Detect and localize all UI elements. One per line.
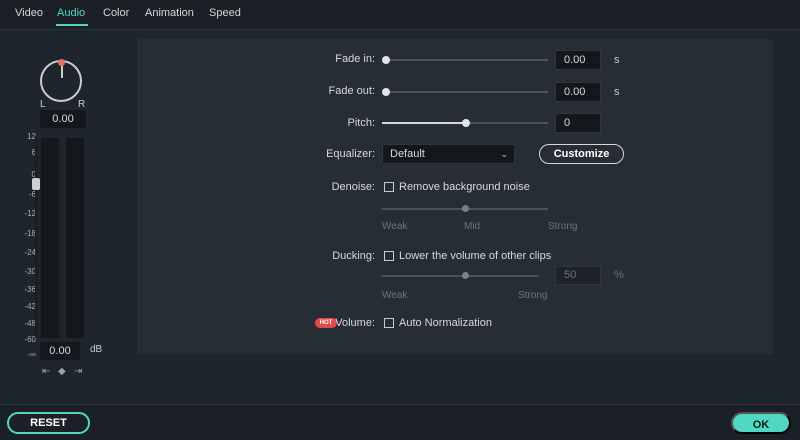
scale-tick-label: -∞: [27, 350, 36, 359]
fade-out-slider-thumb[interactable]: [382, 88, 390, 96]
scale-tick-label: -42: [24, 302, 36, 311]
tab-speed[interactable]: Speed: [209, 7, 241, 19]
ducking-value-input[interactable]: 50: [555, 266, 601, 285]
prev-keyframe-icon[interactable]: ⇤: [42, 366, 50, 377]
denoise-level-slider[interactable]: [382, 205, 548, 212]
pan-right-label: R: [78, 99, 86, 110]
denoise-label: Denoise:: [331, 181, 375, 193]
fade-out-label: Fade out:: [328, 85, 375, 97]
denoise-strong-label: Strong: [548, 221, 578, 232]
level-meter-left: [41, 138, 59, 338]
pan-value-field[interactable]: 0.00: [40, 110, 86, 128]
scale-tick-label: -48: [24, 319, 36, 328]
tab-animation[interactable]: Animation: [145, 7, 194, 19]
pan-left-label: L: [40, 99, 46, 110]
volume-fader-track[interactable]: [35, 138, 38, 338]
scale-tick-label: -12: [24, 209, 36, 218]
next-keyframe-icon[interactable]: ⇥: [74, 366, 82, 377]
ducking-slider-thumb[interactable]: [462, 272, 469, 279]
customize-button[interactable]: Customize: [539, 144, 624, 164]
fade-out-slider[interactable]: [382, 88, 548, 96]
scale-tick-label: 12: [27, 132, 36, 141]
fade-in-slider[interactable]: [382, 56, 548, 64]
pan-knob-indicator: [61, 64, 63, 78]
scale-tick-label: -6: [28, 190, 36, 199]
pitch-slider-fill: [382, 122, 465, 124]
volume-fader-handle[interactable]: [32, 178, 40, 190]
pitch-label: Pitch:: [347, 117, 375, 129]
bottom-bar: RESET OK: [0, 404, 800, 440]
auto-normalization-label: Auto Normalization: [399, 317, 492, 329]
fade-in-input[interactable]: 0.00: [555, 50, 601, 70]
pitch-input[interactable]: 0: [555, 113, 601, 133]
ducking-level-slider[interactable]: [382, 272, 538, 279]
scale-tick-label: -60: [24, 335, 36, 344]
add-keyframe-icon[interactable]: ◆: [58, 366, 66, 377]
reset-button[interactable]: RESET: [7, 412, 90, 434]
audio-settings-panel: [137, 39, 773, 354]
volume-unit-label: dB: [90, 344, 103, 355]
ducking-unit: %: [614, 269, 624, 281]
chevron-down-icon: ⌄: [500, 149, 508, 159]
denoise-slider-thumb[interactable]: [462, 205, 469, 212]
fade-out-unit: s: [614, 86, 620, 98]
tab-bar: Video Audio Color Animation Speed: [0, 0, 800, 30]
equalizer-select[interactable]: Default ⌄: [382, 144, 515, 164]
ducking-checkbox-label: Lower the volume of other clips: [399, 250, 552, 262]
scale-tick-label: 6: [31, 148, 36, 157]
level-meter-right: [66, 138, 84, 338]
volume-value-field[interactable]: 0.00: [40, 342, 80, 360]
fade-in-unit: s: [614, 54, 620, 66]
ok-button[interactable]: OK: [731, 412, 791, 434]
pitch-slider[interactable]: [382, 119, 548, 127]
denoise-mid-label: Mid: [464, 221, 481, 232]
scale-tick-label: -24: [24, 248, 36, 257]
denoise-checkbox[interactable]: [384, 182, 394, 192]
ducking-weak-label: Weak: [382, 290, 408, 301]
tab-audio[interactable]: Audio: [57, 7, 85, 19]
tab-color[interactable]: Color: [103, 7, 129, 19]
scale-tick-label: -18: [24, 229, 36, 238]
scale-tick-label: -36: [24, 285, 36, 294]
auto-normalization-checkbox[interactable]: [384, 318, 394, 328]
scale-tick-label: -30: [24, 267, 36, 276]
active-tab-indicator: [56, 24, 88, 26]
ducking-strong-label: Strong: [518, 290, 548, 301]
pan-knob-dot: [58, 59, 65, 66]
fade-in-slider-thumb[interactable]: [382, 56, 390, 64]
denoise-weak-label: Weak: [382, 221, 408, 232]
fade-out-input[interactable]: 0.00: [555, 82, 601, 102]
denoise-checkbox-label: Remove background noise: [399, 181, 530, 193]
volume-label: Volume:: [335, 317, 375, 329]
pan-knob[interactable]: [40, 59, 82, 102]
hot-badge: HOT: [315, 318, 337, 328]
tab-video[interactable]: Video: [15, 7, 43, 19]
fade-in-label: Fade in:: [335, 53, 375, 65]
equalizer-label: Equalizer:: [326, 148, 375, 160]
equalizer-selected: Default: [390, 148, 425, 160]
ducking-label: Ducking:: [332, 250, 375, 262]
pitch-slider-thumb[interactable]: [462, 119, 470, 127]
ducking-checkbox[interactable]: [384, 251, 394, 261]
